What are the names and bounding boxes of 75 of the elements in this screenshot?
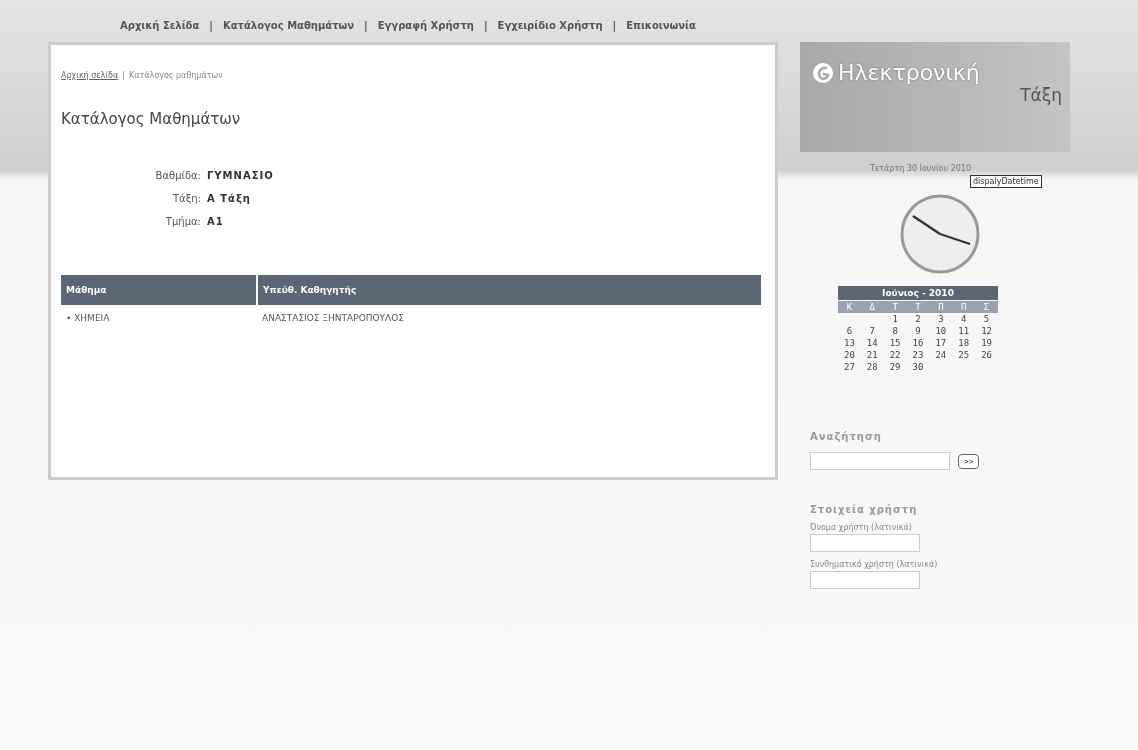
calendar-day[interactable]: 10 [929, 325, 953, 337]
calendar-day[interactable]: 4 [952, 313, 976, 325]
field-label: Τμήμα: [164, 216, 201, 227]
calendar-day[interactable]: 5 [975, 313, 998, 325]
calendar-day[interactable]: 30 [906, 361, 930, 373]
calendar-day[interactable]: 19 [975, 337, 998, 349]
logo-text: Ηλεκτρονική [838, 60, 980, 85]
calendar-day[interactable]: 21 [860, 349, 884, 361]
nav-separator: | [612, 20, 617, 34]
logo-icon [812, 61, 834, 84]
field-label: Συνθηματικό χρήστη (λατινικά) [810, 560, 938, 569]
column-header: Υπεύθ. Καθηγητής [257, 275, 762, 305]
breadcrumb-current: Κατάλογος μαθημάτων [128, 71, 223, 80]
breadcrumb-link[interactable]: Αρχική σελίδα [61, 71, 119, 80]
weekday-header: Π [929, 301, 953, 313]
page-title: Κατάλογος Μαθημάτων [61, 110, 242, 128]
calendar-day[interactable]: 7 [860, 325, 884, 337]
input-field[interactable] [810, 571, 920, 589]
calendar-day[interactable]: 25 [952, 349, 976, 361]
field-label: Τάξη: [172, 193, 201, 204]
nav-separator: | [483, 20, 488, 34]
input-field[interactable] [810, 534, 920, 552]
calendar-day[interactable]: 11 [952, 325, 976, 337]
search-button[interactable]: >> [958, 453, 980, 469]
tooltip: dispalyDatetime [970, 175, 1042, 188]
calendar-day[interactable]: 13 [838, 337, 861, 349]
calendar-day[interactable]: 17 [929, 337, 953, 349]
calendar-day[interactable]: 23 [906, 349, 930, 361]
column-header: Μάθημα [61, 275, 257, 305]
calendar-day[interactable]: 16 [906, 337, 930, 349]
nav-link[interactable]: Κατάλογος Μαθημάτων [222, 20, 355, 42]
calendar-day[interactable]: 24 [929, 349, 953, 361]
search-heading: Αναζήτηση [810, 431, 883, 442]
field-label: Βαθμίδα: [154, 170, 201, 181]
calendar-day[interactable]: 6 [838, 325, 861, 337]
nav-separator: | [209, 20, 213, 34]
weekday-header: Κ [838, 301, 861, 313]
nav-separator: | [364, 20, 368, 34]
calendar-day[interactable]: 1 [883, 313, 907, 325]
calendar-day[interactable]: 22 [883, 349, 907, 361]
date-text: Τετάρτη 30 Ιουνίου 2010 [870, 164, 971, 173]
calendar-day[interactable]: 8 [883, 325, 907, 337]
calendar-day[interactable]: 29 [883, 361, 907, 373]
weekday-header: Τ [883, 301, 907, 313]
teacher-cell: ΑΝΑΣΤΑΣΙΟΣ ΞΗΝΤΑΡΟΠΟΥΛΟΣ [257, 305, 762, 331]
weekday-header: Δ [860, 301, 884, 313]
nav-link[interactable]: Εγχειρίδιο Χρήστη [497, 20, 603, 42]
calendar-day[interactable]: 27 [838, 361, 861, 373]
course-cell[interactable]: • ΧΗΜΕΙΑ [61, 305, 257, 331]
user-heading: Στοιχεία χρήστη [810, 504, 919, 515]
calendar-day[interactable]: 9 [906, 325, 930, 337]
clock-icon [900, 194, 980, 274]
field-value: Α1 [207, 216, 225, 227]
calendar-day[interactable]: 3 [929, 313, 953, 325]
field-label: Όνομα χρήστη (λατινικά) [810, 523, 913, 532]
weekday-header: Τ [906, 301, 930, 313]
calendar-day[interactable]: 18 [952, 337, 976, 349]
nav-link[interactable]: Εγγραφή Χρήστη [377, 20, 474, 42]
search-field[interactable] [810, 452, 950, 470]
weekday-header: Π [952, 301, 976, 313]
breadcrumb-separator: | [122, 71, 125, 80]
calendar-day[interactable]: 2 [906, 313, 930, 325]
field-value: Α Τάξη [207, 193, 252, 204]
calendar-day[interactable]: 14 [860, 337, 884, 349]
calendar-day[interactable]: 15 [883, 337, 907, 349]
calendar-title: Ιούνιος - 2010 [838, 286, 998, 300]
nav-link[interactable]: Επικοινωνία [626, 20, 696, 42]
nav-link[interactable]: Αρχική Σελίδα [120, 20, 200, 42]
calendar-day[interactable]: 20 [838, 349, 861, 361]
weekday-header: Σ [975, 301, 998, 313]
calendar-day[interactable]: 26 [975, 349, 998, 361]
logo-subtext: Τάξη [1020, 85, 1063, 105]
calendar-day[interactable]: 12 [975, 325, 998, 337]
field-value: ΓΥΜΝΑΣΙΟ [207, 170, 275, 181]
calendar-day[interactable]: 28 [860, 361, 884, 373]
